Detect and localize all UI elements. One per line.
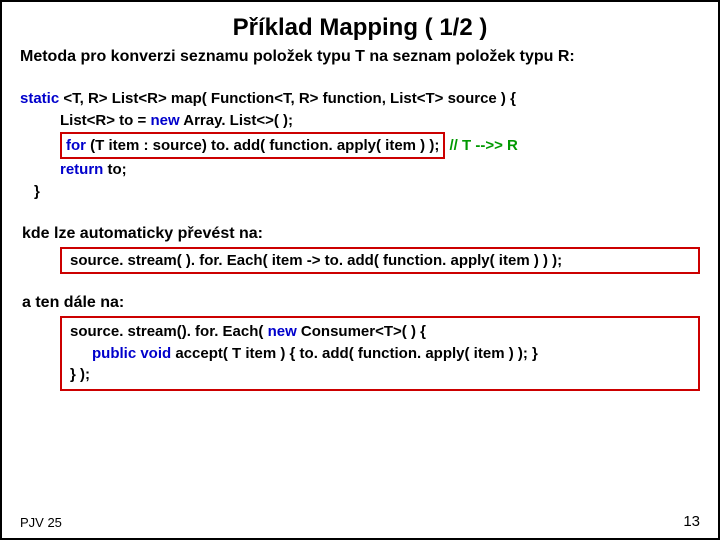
- code-text: source. stream( ). for. Each( item -> to…: [70, 252, 562, 269]
- code-text: List<R> to =: [60, 112, 150, 129]
- footer-left: PJV 25: [20, 515, 62, 530]
- code-text: } );: [70, 364, 690, 386]
- slide-subtitle: Metoda pro konverzi seznamu položek typu…: [20, 48, 700, 66]
- highlight-box-3: source. stream(). for. Each( new Consume…: [60, 316, 700, 391]
- slide-title: Příklad Mapping ( 1/2 ): [20, 14, 700, 42]
- code-text: accept( T item ) { to. add( function. ap…: [171, 345, 538, 362]
- code-text: (T item : source) to. add( function. app…: [86, 137, 439, 154]
- label-text: kde lze automaticky převést na:: [22, 225, 700, 243]
- comment-text: // T -->> R: [445, 137, 518, 154]
- keyword-static: static: [20, 90, 59, 107]
- code-text: Consumer<T>( ) {: [297, 323, 426, 340]
- keyword-for: for: [66, 137, 86, 154]
- highlight-box: for (T item : source) to. add( function.…: [60, 132, 445, 160]
- page-number: 13: [683, 513, 700, 530]
- label-text: a ten dále na:: [22, 294, 700, 312]
- code-text: }: [34, 181, 700, 203]
- keyword-new: new: [150, 112, 179, 129]
- keyword-return: return: [60, 161, 103, 178]
- code-text: <T, R> List<R> map( Function<T, R> funct…: [59, 90, 516, 107]
- keyword-new: new: [268, 323, 297, 340]
- highlight-box-2: source. stream( ). for. Each( item -> to…: [60, 247, 700, 274]
- slide: Příklad Mapping ( 1/2 ) Metoda pro konve…: [0, 0, 720, 540]
- code-text: to;: [103, 161, 126, 178]
- code-text: source. stream(). for. Each(: [70, 323, 268, 340]
- code-block-1: static <T, R> List<R> map( Function<T, R…: [20, 88, 700, 203]
- code-text: Array. List<>( );: [180, 112, 293, 129]
- keyword-public-void: public void: [92, 345, 171, 362]
